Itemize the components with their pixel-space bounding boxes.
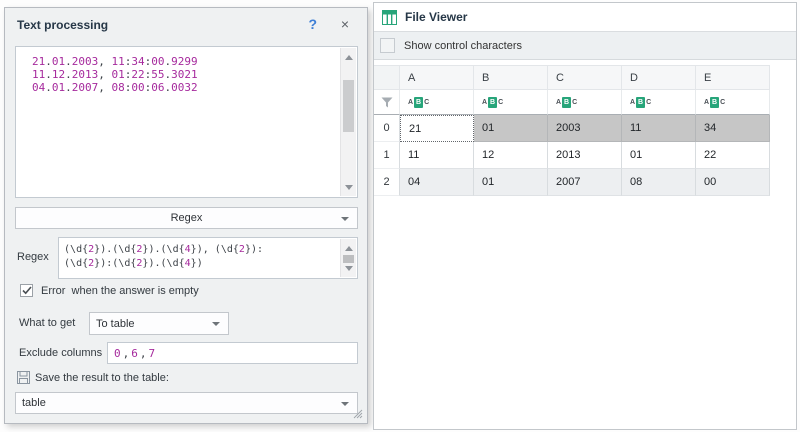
check-icon — [22, 286, 32, 295]
regex-text-lines: (\d{2}).(\d{2}).(\d{4}), (\d{2}):(\d{2})… — [64, 243, 263, 271]
show-control-checkbox[interactable] — [380, 38, 395, 53]
row-index[interactable]: 1 — [374, 142, 400, 169]
what-to-get-label: What to get — [19, 317, 75, 329]
file-viewer-panel: File Viewer Show control characters ABCD… — [373, 2, 797, 430]
text-processing-dialog: Text processing ? × 21.01.2003, 11:34:00… — [4, 7, 368, 424]
grid-cell[interactable]: 00 — [696, 169, 770, 196]
filter-row-corner[interactable] — [374, 90, 400, 115]
code-line: (\d{2}):(\d{2}).(\d{4}) — [64, 257, 263, 271]
save-icon — [17, 371, 30, 384]
show-control-label: Show control characters — [404, 40, 522, 52]
what-to-get-dropdown[interactable]: To table — [89, 312, 229, 335]
source-text-lines: 21.01.2003, 11:34:00.929911.12.2013, 01:… — [32, 55, 198, 94]
grid-cell[interactable]: 12 — [474, 142, 548, 169]
scroll-down-icon[interactable] — [341, 180, 356, 194]
regex-scrollbar[interactable] — [340, 239, 356, 277]
grid-cell[interactable]: 04 — [400, 169, 474, 196]
grid-cell[interactable]: 11 — [622, 115, 696, 142]
row-index[interactable]: 2 — [374, 169, 400, 196]
save-result-row: Save the result to the table: — [17, 371, 169, 384]
error-empty-checkbox[interactable] — [20, 284, 33, 297]
resize-grip[interactable] — [351, 407, 363, 419]
target-table-value: table — [22, 397, 46, 409]
grid-cell[interactable]: 2003 — [548, 115, 622, 142]
exclude-columns-input[interactable]: 0,6,7 — [107, 342, 358, 364]
code-line: 11.12.2013, 01:22:55.3021 — [32, 68, 198, 81]
regex-label: Regex — [17, 251, 49, 263]
chevron-down-icon — [341, 217, 349, 221]
scrollbar-thumb[interactable] — [343, 80, 354, 132]
grid-cell[interactable]: 01 — [474, 169, 548, 196]
column-header[interactable]: E — [696, 65, 770, 90]
column-header[interactable]: C — [548, 65, 622, 90]
mode-dropdown-value: Regex — [171, 212, 203, 224]
column-type-cell[interactable]: ABC — [696, 90, 770, 115]
error-empty-row[interactable]: Error when the answer is empty — [20, 284, 199, 297]
grid-cell[interactable]: 01 — [474, 115, 548, 142]
file-viewer-title: File Viewer — [405, 10, 467, 24]
grid-cell[interactable]: 08 — [622, 169, 696, 196]
row-index[interactable]: 0 — [374, 115, 400, 142]
textarea-scrollbar[interactable] — [340, 48, 356, 196]
column-header[interactable]: B — [474, 65, 548, 90]
filter-icon — [381, 97, 393, 108]
column-type-cell[interactable]: ABC — [474, 90, 548, 115]
help-icon[interactable]: ? — [308, 16, 317, 32]
mode-dropdown[interactable]: Regex — [15, 207, 358, 229]
close-icon[interactable]: × — [341, 16, 349, 32]
what-to-get-value: To table — [96, 318, 135, 330]
scroll-up-icon[interactable] — [341, 241, 356, 255]
code-line: (\d{2}).(\d{2}).(\d{4}), (\d{2}): — [64, 243, 263, 257]
grid-cell[interactable]: 11 — [400, 142, 474, 169]
exclude-columns-label: Exclude columns — [19, 347, 102, 359]
column-type-cell[interactable]: ABC — [622, 90, 696, 115]
grid-cell[interactable]: 2007 — [548, 169, 622, 196]
code-line: 04.01.2007, 08:00:06.0032 — [32, 81, 198, 94]
grid-cell[interactable]: 34 — [696, 115, 770, 142]
scroll-down-icon[interactable] — [341, 261, 356, 275]
chevron-down-icon — [212, 322, 220, 326]
exclude-columns-value: 0,6,7 — [114, 347, 157, 360]
target-table-dropdown[interactable]: table — [15, 392, 358, 414]
abc-type-icon: ABC — [556, 97, 577, 108]
column-type-cell[interactable]: ABC — [548, 90, 622, 115]
grid-corner-cell — [374, 65, 400, 90]
show-control-row[interactable]: Show control characters — [374, 32, 796, 60]
code-line: 21.01.2003, 11:34:00.9299 — [32, 55, 198, 68]
column-header[interactable]: A — [400, 65, 474, 90]
error-empty-label: Error when the answer is empty — [41, 285, 199, 297]
file-grid: ABCDEABCABCABCABCABC02101200311341111220… — [374, 65, 796, 196]
grid-cell[interactable]: 22 — [696, 142, 770, 169]
source-text-area[interactable]: 21.01.2003, 11:34:00.929911.12.2013, 01:… — [15, 46, 358, 198]
dialog-title: Text processing — [17, 18, 108, 32]
abc-type-icon: ABC — [408, 97, 429, 108]
table-icon — [382, 10, 397, 25]
grid-cell[interactable]: 21 — [400, 115, 474, 142]
save-result-label: Save the result to the table: — [35, 372, 169, 384]
grid-cell[interactable]: 2013 — [548, 142, 622, 169]
abc-type-icon: ABC — [482, 97, 503, 108]
chevron-down-icon — [341, 402, 349, 406]
file-viewer-header: File Viewer — [374, 3, 796, 32]
regex-input[interactable]: (\d{2}).(\d{2}).(\d{4}), (\d{2}):(\d{2})… — [58, 237, 358, 279]
abc-type-icon: ABC — [704, 97, 725, 108]
abc-type-icon: ABC — [630, 97, 651, 108]
scroll-up-icon[interactable] — [341, 50, 356, 64]
column-type-cell[interactable]: ABC — [400, 90, 474, 115]
grid-cell[interactable]: 01 — [622, 142, 696, 169]
column-header[interactable]: D — [622, 65, 696, 90]
